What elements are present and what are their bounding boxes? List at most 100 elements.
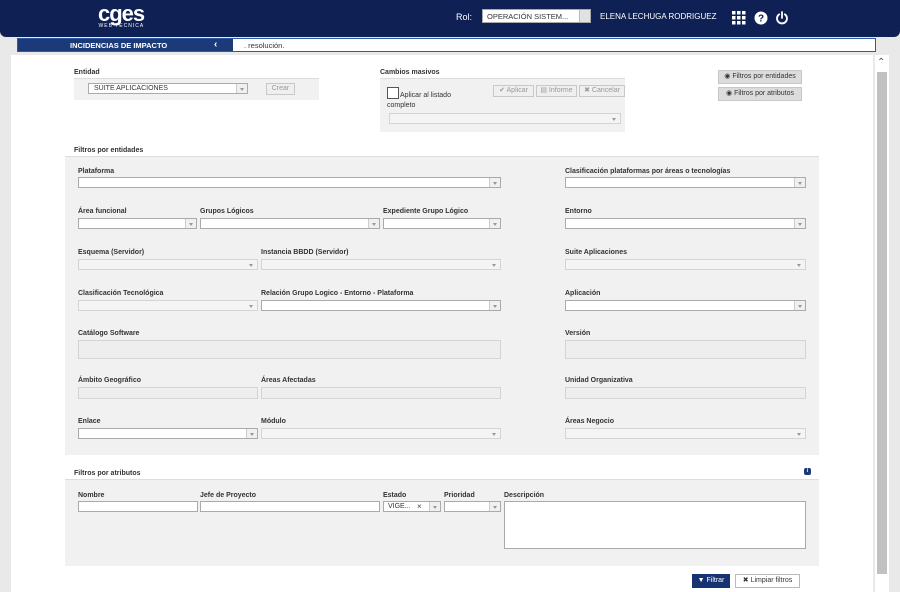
catalogo-software-label: Catálogo Software xyxy=(78,330,140,337)
catalogo-software-input[interactable] xyxy=(78,340,501,359)
estado-select[interactable]: VIGE... × xyxy=(383,501,441,512)
filtrar-button-label: Filtrar xyxy=(706,577,725,584)
clasificacion-tecnologica-select[interactable] xyxy=(78,300,258,311)
entidad-select[interactable]: SUITE APLICACIONES xyxy=(88,83,248,94)
areas-negocio-select[interactable] xyxy=(565,428,806,439)
aplicar-button[interactable]: ✔ Aplicar xyxy=(493,85,534,97)
entidad-label: Entidad xyxy=(74,69,100,76)
chevron-down-icon xyxy=(489,260,500,269)
filtros-atributos-title: Filtros por atributos xyxy=(74,470,141,477)
chevron-down-icon xyxy=(246,260,257,269)
version-input[interactable] xyxy=(565,340,806,359)
top-header: cges WEB TECNICA Rol: OPERACIÓN SISTEM..… xyxy=(0,0,900,37)
eye-icon: ◉ xyxy=(724,73,731,80)
version-label: Versión xyxy=(565,330,591,337)
aplicacion-select[interactable] xyxy=(565,300,806,311)
chevron-down-icon xyxy=(429,502,440,511)
filtros-atributos-button[interactable]: ◉ Filtros por atributos xyxy=(718,87,802,101)
close-icon: ✖ xyxy=(584,87,590,94)
cambios-select[interactable] xyxy=(389,113,621,124)
chevron-down-icon xyxy=(489,502,500,511)
enlace-select[interactable] xyxy=(78,428,258,439)
banner-text: . resolución. xyxy=(244,41,285,50)
estado-select-value: VIGE... xyxy=(388,503,411,510)
prioridad-select[interactable] xyxy=(444,501,501,512)
areas-afectadas-input[interactable] xyxy=(261,387,501,399)
chevron-down-icon xyxy=(609,114,620,123)
limpiar-filtros-button[interactable]: ✖ Limpiar filtros xyxy=(735,574,800,588)
rol-label: Rol: xyxy=(456,12,473,22)
relacion-grupo-label: Relación Grupo Logico - Entorno - Plataf… xyxy=(261,290,414,297)
aplicar-listado-checkbox[interactable] xyxy=(387,87,399,99)
entorno-select[interactable] xyxy=(565,218,806,229)
chevron-down-icon xyxy=(794,219,805,228)
aplicacion-label: Aplicación xyxy=(565,290,601,297)
info-icon[interactable]: i xyxy=(804,468,811,475)
chevron-down-icon xyxy=(185,219,196,228)
instancia-bbdd-label: Instancia BBDD (Servidor) xyxy=(261,249,349,256)
areas-negocio-label: Áreas Negocio xyxy=(565,418,615,425)
filtros-entidades-button[interactable]: ◉ Filtros por entidades xyxy=(718,70,802,84)
area-funcional-select[interactable] xyxy=(78,218,197,229)
chevron-down-icon xyxy=(794,301,805,310)
modulo-label: Módulo xyxy=(261,418,286,425)
help-icon[interactable]: ? xyxy=(754,11,768,25)
page-title-text: INCIDENCIAS DE IMPACTO xyxy=(70,41,168,50)
jefe-proyecto-input[interactable] xyxy=(200,501,380,512)
chevron-down-icon xyxy=(794,260,805,269)
chevron-down-icon xyxy=(489,219,500,228)
instancia-bbdd-select[interactable] xyxy=(261,259,501,270)
grupos-logicos-select[interactable] xyxy=(200,218,380,229)
close-icon: ✖ xyxy=(742,577,749,584)
esquema-select[interactable] xyxy=(78,259,258,270)
logo-subtitle: WEB TECNICA xyxy=(98,23,145,29)
logo-word: cges xyxy=(98,1,145,26)
filtros-entidades-button-label: Filtros por entidades xyxy=(732,73,796,80)
page-title: INCIDENCIAS DE IMPACTO ‹ xyxy=(18,39,233,51)
nombre-label: Nombre xyxy=(78,492,105,499)
cges-logo[interactable]: cges WEB TECNICA xyxy=(98,1,145,30)
ambito-geografico-label: Ámbito Geográfico xyxy=(78,377,142,384)
unidad-organizativa-label: Unidad Organizativa xyxy=(565,377,633,384)
chevron-left-icon[interactable]: ‹ xyxy=(214,39,217,51)
power-icon[interactable] xyxy=(775,11,789,25)
clear-icon[interactable]: × xyxy=(417,502,422,511)
vertical-scrollbar[interactable]: ⌃ xyxy=(875,55,889,592)
informe-button[interactable]: ▤ Informe xyxy=(536,85,577,97)
page-banner: INCIDENCIAS DE IMPACTO ‹ . resolución. xyxy=(17,38,876,52)
suite-aplicaciones-select[interactable] xyxy=(565,259,806,270)
filter-icon: ▼ xyxy=(697,577,705,584)
unidad-organizativa-input[interactable] xyxy=(565,387,806,399)
filtros-atributos-button-label: Filtros por atributos xyxy=(734,90,794,97)
expediente-grupo-logico-label: Expediente Grupo Lógico xyxy=(383,208,469,215)
filtrar-button[interactable]: ▼ Filtrar xyxy=(692,574,730,588)
svg-text:?: ? xyxy=(758,14,764,25)
chevron-down-icon xyxy=(246,429,257,438)
modulo-select[interactable] xyxy=(261,428,501,439)
ambito-geografico-input[interactable] xyxy=(78,387,258,399)
check-icon: ✔ xyxy=(499,87,505,94)
clasificacion-plataformas-select[interactable] xyxy=(565,177,806,188)
plataforma-select[interactable] xyxy=(78,177,501,188)
rol-select-value: OPERACIÓN SISTEM... xyxy=(487,12,569,21)
cancelar-button[interactable]: ✖ Cancelar xyxy=(579,85,625,97)
apps-grid-icon[interactable] xyxy=(732,11,746,25)
scrollbar-thumb[interactable] xyxy=(877,72,887,574)
suite-aplicaciones-label: Suite Aplicaciones xyxy=(565,249,627,256)
scroll-up-icon[interactable]: ⌃ xyxy=(877,57,885,68)
filtros-entidades-title: Filtros por entidades xyxy=(74,147,144,154)
estado-label: Estado xyxy=(383,492,407,499)
descripcion-textarea[interactable] xyxy=(504,501,806,549)
informe-button-label: Informe xyxy=(548,87,573,94)
chevron-down-icon xyxy=(489,301,500,310)
rol-select[interactable]: OPERACIÓN SISTEM... xyxy=(482,9,591,23)
cancelar-button-label: Cancelar xyxy=(591,87,620,94)
plataforma-label: Plataforma xyxy=(78,168,115,175)
crear-button[interactable]: Crear xyxy=(266,83,295,95)
nombre-input[interactable] xyxy=(78,501,198,512)
chevron-down-icon xyxy=(246,301,257,310)
expediente-grupo-logico-select[interactable] xyxy=(383,218,501,229)
descripcion-label: Descripción xyxy=(504,492,545,499)
relacion-grupo-select[interactable] xyxy=(261,300,501,311)
enlace-label: Enlace xyxy=(78,418,101,425)
